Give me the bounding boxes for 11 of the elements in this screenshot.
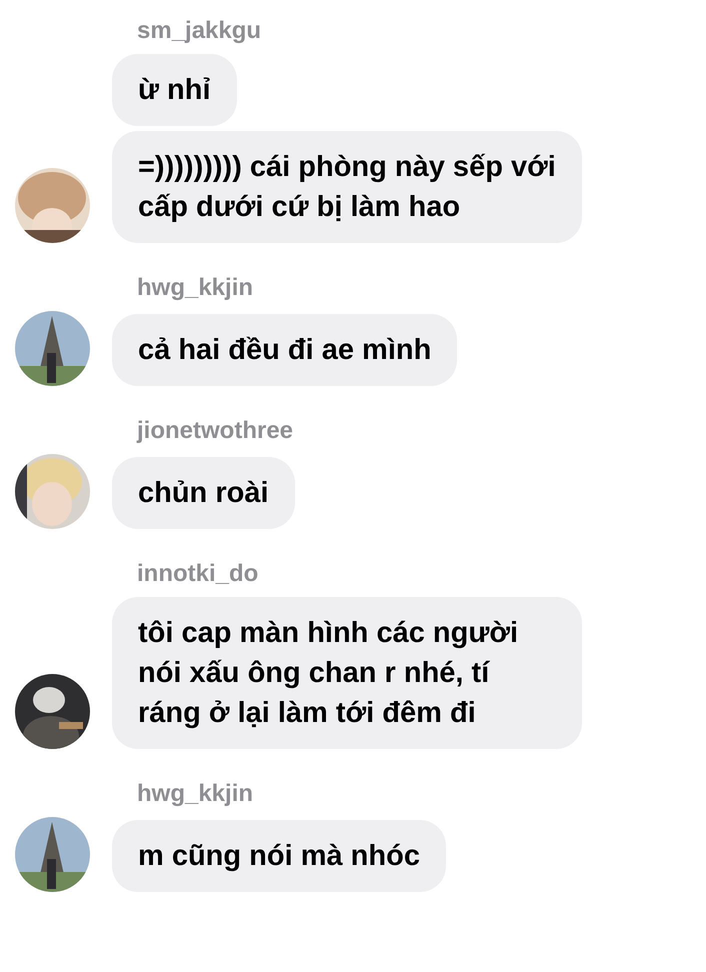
username: jionetwothree: [137, 416, 294, 446]
username: sm_jakkgu: [137, 16, 262, 46]
message-bubble: cả hai đều đi ae mình: [112, 314, 458, 386]
message-bubble: tôi cap màn hình các người nói xấu ông chan r nhé, tí ráng ở lại làm tới đêm đi: [112, 597, 582, 749]
message-bubble: ừ nhỉ: [112, 54, 237, 126]
message-bubble: m cũng nói mà nhóc: [112, 820, 446, 892]
username: innotki_do: [137, 559, 258, 589]
username: hwg_kkjin: [137, 273, 254, 303]
message-bubble: =))))))))) cái phòng này sếp với cấp dưới cứ bị làm hao: [112, 131, 582, 243]
username: hwg_kkjin: [137, 779, 254, 809]
message-bubble: chủn roài: [112, 457, 295, 529]
